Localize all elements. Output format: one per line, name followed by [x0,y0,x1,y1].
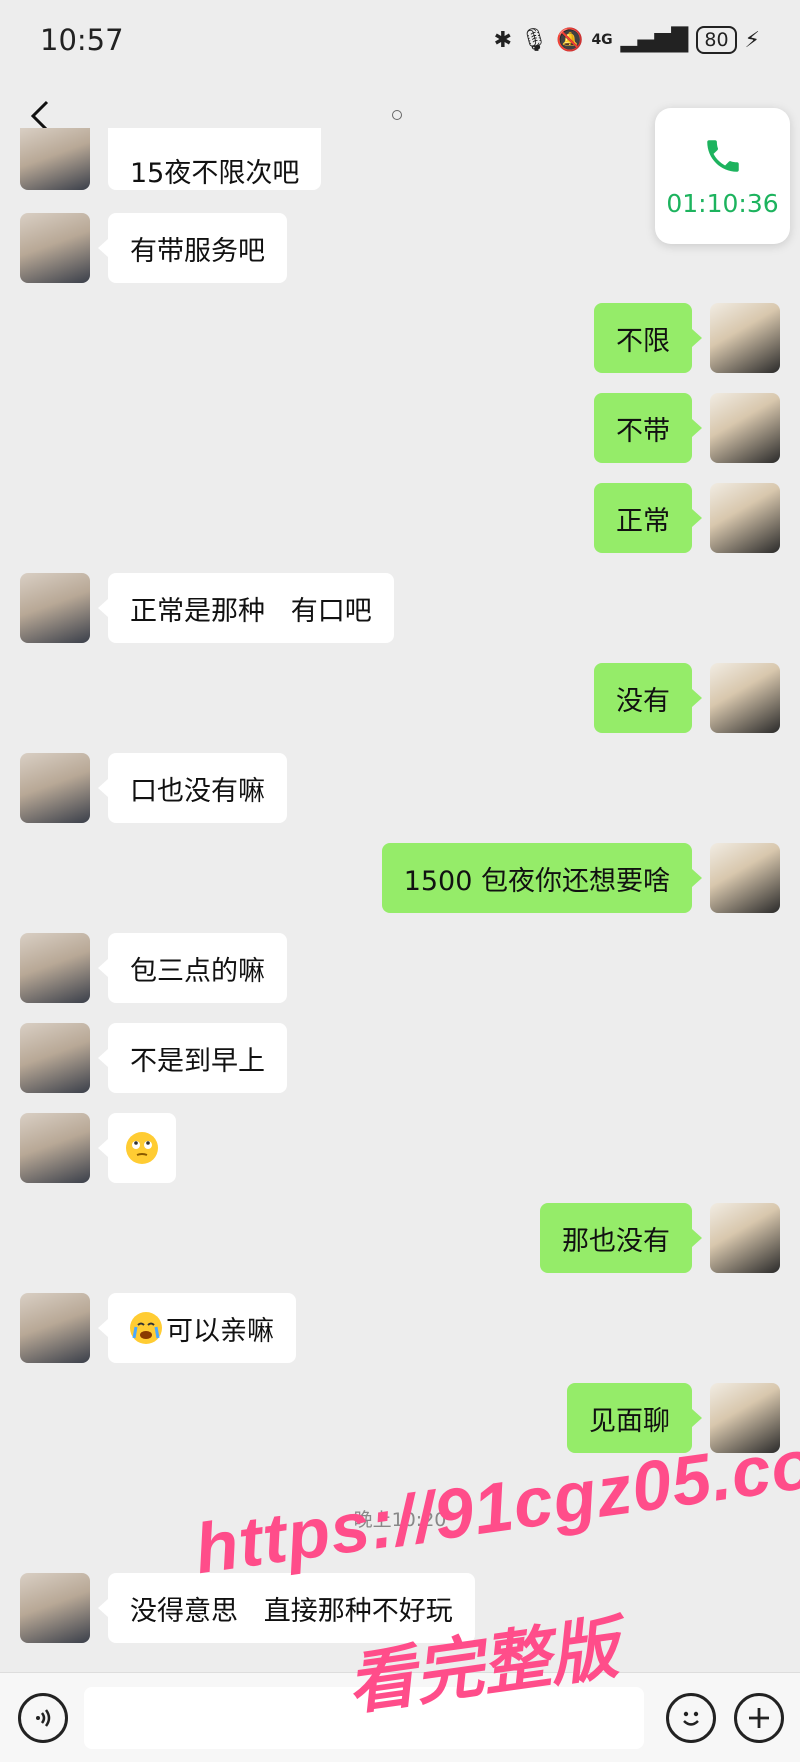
contact-avatar[interactable] [20,753,90,823]
message-text: 不限 [616,325,670,357]
contact-avatar[interactable] [20,1293,90,1363]
status-bar: 10:57 ✱ 🎙 🔕 4G ▂▄▆█ 80 ⚡ [0,0,800,80]
message-bubble: 正常 [594,483,702,553]
self-avatar[interactable] [710,1203,780,1273]
self-avatar[interactable] [710,303,780,373]
message-text: 没有 [616,685,670,717]
message-bubble: 没得意思 直接那种不好玩 [98,1573,475,1643]
message-bubble: 见面聊 [567,1383,702,1453]
message-text: 那也没有 [562,1225,670,1257]
message-text: 见面聊 [589,1405,670,1437]
message-text: 15夜不限次吧 [130,158,300,189]
network-label: 4G [591,32,613,48]
self-avatar[interactable] [710,843,780,913]
message-text: 没得意思 直接那种不好玩 [130,1595,453,1627]
call-timer: 01:10:36 [666,188,779,218]
message-bubble: 那也没有 [540,1203,702,1273]
bluetooth-icon: ✱ [493,27,513,53]
message-bubble: 没有 [594,663,702,733]
mute-icon: 🔕 [556,27,584,53]
plus-icon [749,1708,769,1728]
message-bubble: 1500 包夜你还想要啥 [381,843,703,913]
self-avatar[interactable] [710,483,780,553]
battery-icon: 80 [696,26,737,54]
message-timestamp: 晚上10:20 [353,1509,447,1531]
watermark-url: https://91cgz05.com [190,1415,800,1589]
self-avatar[interactable] [710,1383,780,1453]
message-bubble: 不是到早上 [98,1023,287,1093]
rolling-eyes-emoji-icon [126,1132,158,1164]
message-bubble: 包三点的嘛 [98,933,287,1003]
message-bubble [98,1113,176,1183]
message-text: 不带 [616,415,670,447]
message-text: 口也没有嘛 [130,775,265,807]
message-text: 不是到早上 [130,1045,265,1077]
message-text: 正常是那种 有口吧 [130,595,372,627]
message-text: 有带服务吧 [130,235,265,267]
floating-call-window[interactable]: 01:10:36 [655,108,790,244]
message-bubble: 15夜不限次吧 [108,128,322,190]
message-bubble: 正常是那种 有口吧 [98,573,394,643]
self-avatar[interactable] [710,663,780,733]
status-icons: ✱ 🎙 🔕 4G ▂▄▆█ 80 ⚡ [494,26,760,54]
contact-avatar[interactable] [20,1023,90,1093]
loading-indicator-icon [392,110,402,120]
microphone-icon: 🎙 [520,27,549,53]
contact-avatar[interactable] [20,128,90,190]
crying-emoji-icon [130,1312,162,1344]
message-text: 正常 [616,505,670,537]
contact-avatar[interactable] [20,213,90,283]
message-bubble: 不限 [594,303,702,373]
status-time: 10:57 [40,23,124,57]
self-avatar[interactable] [710,393,780,463]
message-input[interactable] [84,1687,644,1749]
message-bubble: 口也没有嘛 [98,753,287,823]
message-bubble: 可以亲嘛 [98,1293,296,1363]
message-text: 可以亲嘛 [166,1315,274,1347]
phone-icon [706,139,739,172]
contact-avatar[interactable] [20,573,90,643]
message-text: 包三点的嘛 [130,955,265,987]
message-text: 1500 包夜你还想要啥 [403,865,670,897]
signal-icon: ▂▄▆█ [620,27,689,53]
voice-icon [36,1709,51,1727]
charging-icon: ⚡ [744,27,760,53]
more-options-button[interactable] [734,1693,784,1743]
voice-input-button[interactable] [18,1693,68,1743]
contact-avatar[interactable] [20,1573,90,1643]
emoji-button[interactable] [666,1693,716,1743]
chat-input-bar [0,1672,800,1762]
message-bubble: 有带服务吧 [98,213,287,283]
message-bubble: 不带 [594,393,702,463]
smile-icon [683,1711,699,1726]
contact-avatar[interactable] [20,933,90,1003]
contact-avatar[interactable] [20,1113,90,1183]
